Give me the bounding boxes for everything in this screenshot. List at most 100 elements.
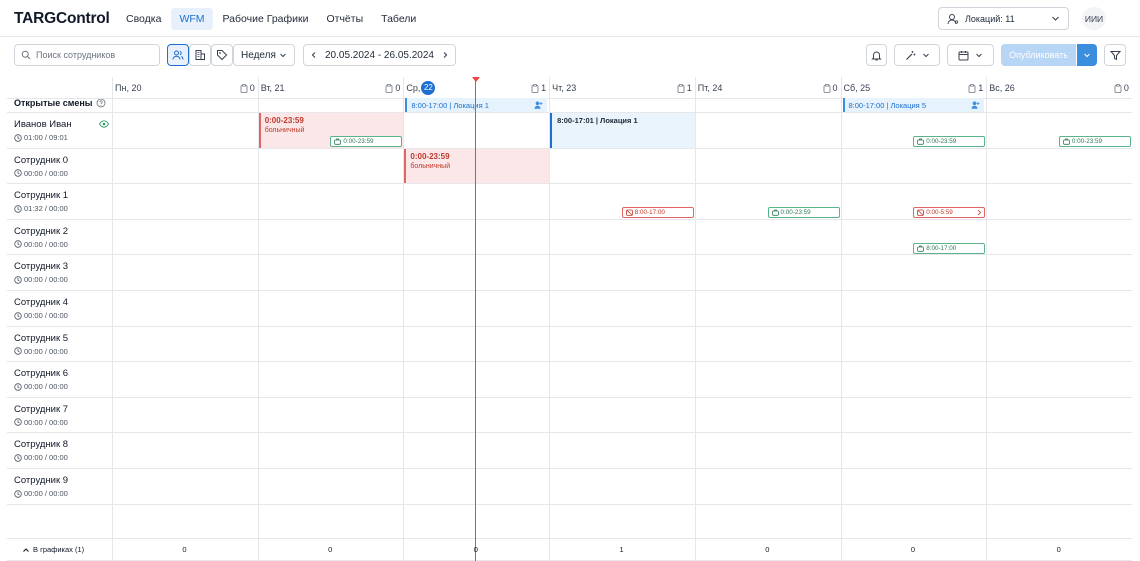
day-shift-count-value: 1 [686, 83, 692, 93]
employee-row[interactable]: Сотрудник 9 00:00 / 00:00 [14, 475, 109, 498]
employee-row[interactable]: Сотрудник 1 01:32 / 00:00 [14, 190, 109, 213]
date-range-label[interactable]: 20.05.2024 - 26.05.2024 [325, 50, 434, 61]
employee-name: Сотрудник 8 [14, 439, 109, 450]
open-shifts-label: Открытые смены [14, 98, 106, 108]
employee-name: Иванов Иван [14, 119, 109, 130]
day-header-label: Ср, [406, 83, 421, 93]
employee-hours-text: 00:00 / 00:00 [24, 275, 68, 285]
nav-item-0[interactable]: Сводка [118, 8, 169, 30]
employee-hours-text: 00:00 / 00:00 [24, 417, 68, 427]
search-input[interactable] [36, 50, 146, 60]
day-shift-count-value: 0 [395, 83, 401, 93]
grid-column-divider [549, 77, 551, 561]
employee-row[interactable]: Сотрудник 6 00:00 / 00:00 [14, 368, 109, 391]
in-schedules-toggle[interactable]: В графиках (1) [22, 545, 84, 554]
shift-chip-text: 0:00-23:59 [1071, 138, 1103, 145]
nav-item-1[interactable]: WFM [171, 8, 213, 30]
employee-name-text: Сотрудник 0 [14, 154, 69, 166]
auto-assign-button[interactable] [894, 44, 940, 66]
day-shift-count-value: 0 [249, 83, 255, 93]
publish-options-button[interactable] [1077, 44, 1097, 66]
employee-hours-text: 00:00 / 00:00 [24, 311, 68, 320]
app-logo[interactable]: TARGControl [14, 10, 110, 28]
period-select[interactable]: Неделя [233, 44, 295, 66]
chevron-down-icon [922, 53, 929, 58]
filter-button[interactable] [1104, 44, 1126, 66]
shift-chip[interactable]: 0:00-23:59 [913, 136, 986, 147]
employee-name: Сотрудник 6 [14, 368, 109, 379]
footer-total-value: 0 [1056, 545, 1061, 554]
employee-name-text: Сотрудник 2 [14, 225, 69, 237]
employee-row[interactable]: Иванов Иван 01:00 / 09:01 [14, 119, 109, 142]
publish-button[interactable]: Опубликовать [1001, 44, 1076, 66]
building-icon [195, 50, 205, 60]
group-by-location-button[interactable] [189, 44, 211, 66]
grid-row-divider [7, 147, 1132, 149]
shift-chip[interactable]: 0:00-23:59 [767, 207, 840, 219]
calendar-menu-button[interactable] [947, 44, 994, 66]
shift-chip[interactable]: 0:00-5:59 [913, 207, 986, 219]
employee-hours: 00:00 / 00:00 [14, 240, 109, 249]
shift-chip[interactable]: 0:00-23:59 [330, 136, 403, 147]
main-nav: Сводка WFM Рабочие Графики Отчёты Табели [118, 8, 424, 30]
tags-button[interactable] [211, 44, 233, 66]
grid-column-divider [257, 77, 259, 561]
employee-row[interactable]: Сотрудник 2 00:00 / 00:00 [14, 226, 109, 249]
employee-row[interactable]: Сотрудник 8 00:00 / 00:00 [14, 439, 109, 462]
users-icon [172, 50, 184, 60]
today-badge: 22 [421, 81, 436, 95]
group-by-employees-button[interactable] [167, 44, 189, 66]
employee-row[interactable]: Сотрудник 0 00:00 / 00:00 [14, 155, 109, 178]
nav-item-2[interactable]: Рабочие Графики [215, 8, 317, 30]
day-shift-count: 0 [240, 82, 255, 94]
day-header: Вт, 21 [261, 82, 285, 94]
nav-item-3[interactable]: Отчёты [318, 8, 371, 30]
day-header-label: Чт, 23 [552, 83, 577, 93]
shift-chip[interactable]: 8:00-17:00 [621, 207, 694, 219]
employee-hours-text: 00:00 / 00:00 [24, 453, 68, 463]
assign-user-icon[interactable] [971, 101, 980, 109]
employee-row[interactable]: Сотрудник 3 00:00 / 00:00 [14, 261, 109, 284]
employee-row[interactable]: Сотрудник 7 00:00 / 00:00 [14, 404, 109, 427]
employee-row[interactable]: Сотрудник 5 00:00 / 00:00 [14, 333, 109, 356]
employee-name: Сотрудник 4 [14, 297, 109, 308]
shift-chip-text: 0:00-23:59 [926, 138, 957, 145]
period-select-label: Неделя [241, 49, 276, 61]
employee-name-text: Иванов Иван [14, 119, 72, 130]
shift-chip-text: 0:00-23:59 [780, 209, 811, 217]
chevron-left-icon[interactable] [310, 51, 318, 59]
shift-chip[interactable]: 8:00-17:00 [913, 242, 986, 254]
day-shift-count: 1 [677, 82, 692, 94]
chevron-down-icon [1052, 16, 1059, 21]
absence-block[interactable]: 0:00-23:59 больничный [404, 148, 550, 184]
footer-total-value: 0 [328, 545, 333, 554]
grid-column-divider [694, 77, 696, 561]
day-header: Чт, 23 [552, 82, 576, 94]
day-header: Вс, 26 [989, 82, 1015, 94]
open-shift[interactable]: 8:00-17:00 | Локация 5 [842, 98, 985, 112]
user-avatar[interactable]: ИИИ [1082, 7, 1106, 30]
clock-icon [14, 311, 22, 320]
clock-icon [14, 240, 22, 248]
day-shift-count-value: 0 [832, 83, 838, 93]
day-header-label: Сб, 25 [843, 83, 871, 93]
chevron-right-icon[interactable] [441, 51, 449, 59]
help-icon[interactable] [96, 98, 106, 108]
assign-user-icon[interactable] [534, 101, 543, 109]
search-box [14, 44, 160, 66]
employee-name: Сотрудник 9 [14, 475, 109, 486]
location-select[interactable]: Локаций: 11 [938, 7, 1069, 30]
nav-item-4[interactable]: Табели [373, 8, 424, 30]
absence-time: 0:00-23:59 [410, 151, 450, 161]
open-shift[interactable]: 8:00-17:00 | Локация 1 [405, 98, 548, 112]
employee-hours: 00:00 / 00:00 [14, 489, 109, 498]
employee-hours-text: 01:32 / 00:00 [24, 204, 68, 214]
eye-icon[interactable] [99, 120, 109, 128]
shift-block[interactable]: 8:00-17:01 | Локация 1 [550, 113, 695, 148]
current-time-line [475, 79, 476, 561]
employee-row[interactable]: Сотрудник 4 00:00 / 00:00 [14, 297, 109, 320]
shift-chip[interactable]: 0:00-23:59 [1058, 136, 1131, 147]
notifications-button[interactable] [866, 44, 887, 66]
briefcase-icon [334, 138, 342, 145]
footer-total-value: 0 [473, 545, 478, 554]
